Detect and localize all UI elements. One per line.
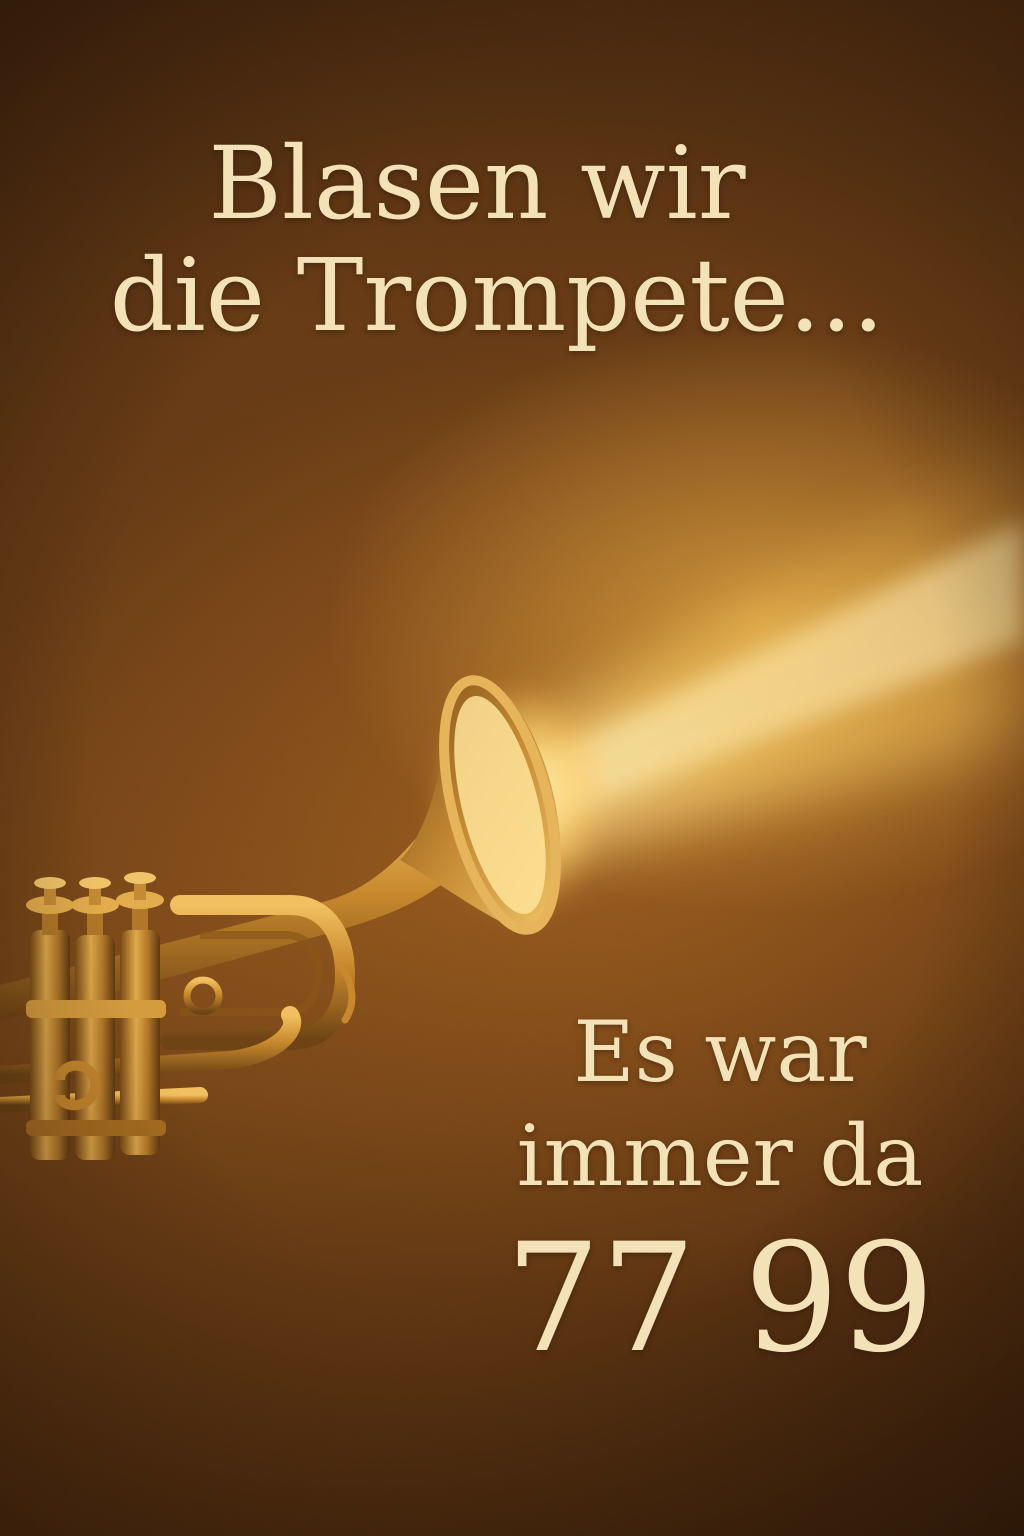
headline-line-1: Blasen wir: [208, 125, 746, 242]
headline-line-2: die Trompete...: [109, 237, 885, 354]
footer-line-2: immer da: [516, 1107, 924, 1205]
footer-line-1: Es war: [573, 1003, 867, 1101]
valve-casings: [26, 930, 166, 1160]
valve-buttons: [26, 872, 164, 935]
footer-text: Es war immer da 77 99: [470, 1000, 970, 1384]
footer-number: 77 99: [505, 1212, 935, 1386]
headline: Blasen wir die Trompete...: [0, 128, 1024, 352]
poster: Blasen wir die Trompete... Es war immer …: [0, 0, 1024, 1536]
